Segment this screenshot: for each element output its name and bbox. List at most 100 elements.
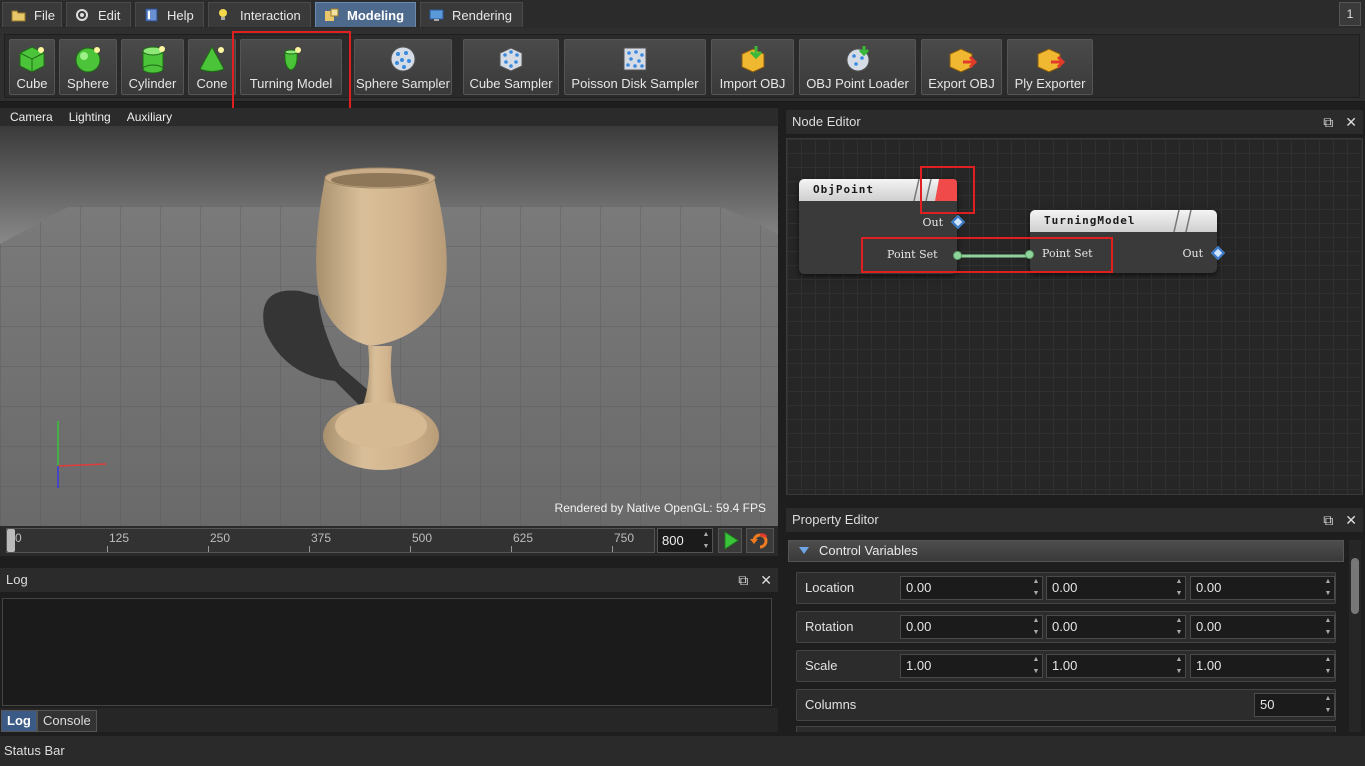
port-label-in: Point Set [1042,247,1093,260]
sphere-sampler-button[interactable]: Sphere Sampler [354,39,452,95]
spin-down-icon[interactable]: ▼ [1174,628,1184,638]
spin-up-icon[interactable]: ▲ [1323,694,1333,704]
location-z-field[interactable]: 0.00 ▲ ▼ [1190,576,1335,600]
viewport-menu: Camera Lighting Auxiliary [0,108,778,126]
spin-down-icon[interactable]: ▼ [1031,628,1041,638]
scrollbar-thumb[interactable] [1351,558,1359,614]
tab-console[interactable]: Console [37,710,97,732]
spin-up-icon[interactable]: ▲ [1323,616,1333,626]
import-obj-button[interactable]: Import OBJ [711,39,794,95]
spin-up-icon[interactable]: ▲ [1174,616,1184,626]
menu-tab-edit[interactable]: Edit [66,2,131,27]
collapse-arrow-icon [799,547,809,554]
ply-exporter-button[interactable]: Ply Exporter [1007,39,1093,95]
timeline-handle[interactable] [7,529,15,552]
spin-down-icon[interactable]: ▼ [1323,628,1333,638]
spin-up-icon[interactable]: ▲ [700,529,712,540]
cone-button[interactable]: Cone [188,39,236,95]
reset-icon [750,533,768,549]
reset-button[interactable] [746,528,774,553]
float-icon[interactable]: ⧉ [1323,114,1333,130]
menu-tab-file[interactable]: File [2,2,62,27]
spin-down-icon[interactable]: ▼ [700,541,712,552]
play-button[interactable] [718,528,742,553]
export-obj-icon [949,48,977,73]
rotation-x-field[interactable]: 0.00 ▲ ▼ [900,615,1043,639]
menu-tab-rendering[interactable]: Rendering [420,2,523,27]
location-x-field[interactable]: 0.00 ▲ ▼ [900,576,1043,600]
tab-log[interactable]: Log [1,710,37,732]
log-output[interactable] [2,598,772,706]
spin-up-icon[interactable]: ▲ [1323,577,1333,587]
3d-viewport[interactable]: Rendered by Native OpenGL: 59.4 FPS [0,126,778,526]
sphere-icon [75,47,101,73]
spin-down-icon[interactable]: ▼ [1323,667,1333,677]
node-toggle-icon[interactable] [911,179,971,201]
control-variables-section[interactable]: Control Variables [788,540,1344,562]
scale-z-field[interactable]: 1.00 ▲ ▼ [1190,654,1335,678]
spin-up-icon[interactable]: ▲ [1031,616,1041,626]
scale-x-field[interactable]: 1.00 ▲ ▼ [900,654,1043,678]
sphere-button[interactable]: Sphere [59,39,117,95]
cylinder-button[interactable]: Cylinder [121,39,184,95]
viewport-menu-lighting[interactable]: Lighting [69,110,111,124]
node-toggle-icon[interactable] [1171,210,1211,232]
spin-down-icon[interactable]: ▼ [1323,589,1333,599]
viewport-menu-camera[interactable]: Camera [10,110,53,124]
timeline-slider[interactable]: 0 125 250 375 500 625 750 [6,528,655,553]
menu-tab-modeling[interactable]: Modeling [315,2,416,27]
log-panel-title: Log ⧉ ✕ [0,568,778,592]
menu-bar: File Edit Help Interaction Modeling Rend… [0,0,1365,28]
viewport-menu-auxiliary[interactable]: Auxiliary [127,110,172,124]
modeling-icon [324,8,339,22]
columns-field[interactable]: 50 ▲ ▼ [1254,693,1335,717]
scale-y-field[interactable]: 1.00 ▲ ▼ [1046,654,1186,678]
cube-sampler-icon [499,47,523,72]
float-icon[interactable]: ⧉ [1323,512,1333,528]
export-obj-button[interactable]: Export OBJ [921,39,1002,95]
port-label-out: Out [1182,247,1203,260]
close-icon[interactable]: ✕ [1345,114,1357,130]
rotation-z-field[interactable]: 0.00 ▲ ▼ [1190,615,1335,639]
location-y-field[interactable]: 0.00 ▲ ▼ [1046,576,1186,600]
poisson-disk-sampler-button[interactable]: Poisson Disk Sampler [564,39,706,95]
spin-down-icon[interactable]: ▼ [1174,667,1184,677]
turning-model-button[interactable]: Turning Model [240,39,342,95]
node-editor-canvas[interactable]: ObjPoint Out Point Set TurningModel Poin… [786,138,1363,495]
node-turningmodel[interactable]: TurningModel Point Set Out [1025,210,1226,273]
layout-number-button[interactable]: 1 [1339,2,1361,26]
tick [107,546,108,552]
obj-point-loader-button[interactable]: OBJ Point Loader [799,39,916,95]
spin-up-icon[interactable]: ▲ [1174,655,1184,665]
spin-up-icon[interactable]: ▲ [1174,577,1184,587]
close-icon[interactable]: ✕ [1345,512,1357,528]
in-port-icon[interactable] [1025,250,1034,259]
frame-count-spinbox[interactable]: 800 ▲ ▼ [657,528,713,553]
import-obj-icon [741,46,764,73]
port-label-out: Out [922,216,943,229]
gear-icon [75,8,90,22]
close-icon[interactable]: ✕ [760,572,772,588]
folder-icon [11,8,26,22]
menu-tab-interaction[interactable]: Interaction [208,2,311,27]
tick-label: 250 [210,531,231,545]
menu-tab-help[interactable]: Help [135,2,204,27]
spin-up-icon[interactable]: ▲ [1031,655,1041,665]
node-objpoint[interactable]: ObjPoint Out Point Set [799,179,966,274]
cube-sampler-button[interactable]: Cube Sampler [463,39,559,95]
in-port-icon[interactable] [953,251,962,260]
tick-label: 0 [15,531,22,545]
spin-down-icon[interactable]: ▼ [1174,589,1184,599]
rotation-y-field[interactable]: 0.00 ▲ ▼ [1046,615,1186,639]
spin-up-icon[interactable]: ▲ [1031,577,1041,587]
spin-down-icon[interactable]: ▼ [1031,667,1041,677]
float-icon[interactable]: ⧉ [738,572,748,588]
spin-down-icon[interactable]: ▼ [1323,706,1333,716]
book-icon [144,8,159,22]
spin-down-icon[interactable]: ▼ [1031,589,1041,599]
property-scrollbar[interactable] [1349,540,1361,732]
spin-up-icon[interactable]: ▲ [1323,655,1333,665]
cube-button[interactable]: Cube [9,39,55,95]
node-editor-title: Node Editor ⧉ ✕ [786,110,1363,134]
cylinder-icon [142,46,165,74]
